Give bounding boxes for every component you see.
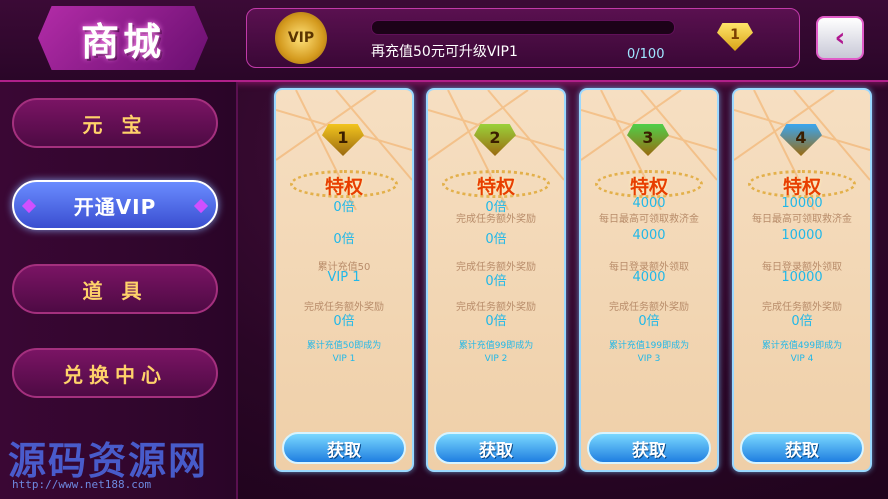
benefit-value-2: VIP 1 [327,270,361,285]
next-level-gem-icon: 1 [717,23,753,51]
benefit-value-3: 0倍 [333,314,355,329]
benefit-label-1: 每日最高可领取救济金 [752,214,852,225]
diamond-right-icon [193,198,209,214]
benefit-value-1b: 4000 [632,228,666,243]
requirement-text: 累计充值499即成为 [761,341,843,351]
sidebar-item-open-vip[interactable]: 开通VIP [12,180,218,230]
privilege-title: 特权 [629,176,668,198]
sidebar-item-props[interactable]: 道 具 [12,264,218,314]
watermark-url: http://www.net188.com [12,478,152,491]
get-button[interactable]: 获取 [282,432,406,464]
get-button[interactable]: 获取 [434,432,558,464]
watermark-text: 源码资源网 [8,439,209,483]
sidebar-item-ingots[interactable]: 元 宝 [12,98,218,148]
requirement-level: VIP 3 [637,354,661,364]
benefit-value-1: 0倍 [333,200,355,215]
privilege-title: 特权 [324,176,363,198]
benefit-value-3: 0倍 [485,314,507,329]
requirement-text: 累计充值199即成为 [608,341,690,351]
vip-card-2: 2 特权 完成任务额外奖励 0倍 0倍 完成任务额外奖励 0倍 完成任务额外奖励… [426,88,566,472]
vip-card-3: 3 特权 每日最高可领取救济金 4000 4000 每日登录额外领取 4000 … [579,88,719,472]
top-bar: 商城 VIP 再充值50元可升级VIP1 0/100 1 ‹ [0,0,888,82]
progress-count: 0/100 [627,47,665,62]
get-button[interactable]: 获取 [740,432,864,464]
benefit-value-1b: 10000 [781,228,823,243]
chevron-left-icon: ‹ [834,23,846,53]
privilege-title: 特权 [476,176,515,198]
vip-progress-panel: VIP 再充值50元可升级VIP1 0/100 1 [246,8,800,68]
benefit-value-2: 10000 [781,270,823,285]
vip-card-4: 4 特权 每日最高可领取救济金 10000 10000 每日登录额外领取 100… [732,88,872,472]
benefit-value-1b: 0倍 [333,232,355,247]
shop-title-logo: 商城 [38,6,208,70]
requirement-level: VIP 2 [484,354,508,364]
benefit-value-1: 0倍 [485,200,507,215]
requirement-level: VIP 1 [332,354,356,364]
benefit-value-3: 0倍 [638,314,660,329]
requirement-text: 累计充值99即成为 [458,341,534,351]
benefit-value-2: 4000 [632,270,666,285]
vip-progress-bar [371,20,675,35]
diamond-left-icon [21,198,37,214]
upgrade-message: 再充值50元可升级VIP1 [371,44,518,60]
benefit-value-2: 0倍 [485,274,507,289]
back-button[interactable]: ‹ [816,16,864,60]
sidebar-item-label: 开通VIP [73,194,157,219]
benefit-value-1: 10000 [781,196,823,211]
benefit-value-1b: 0倍 [485,232,507,247]
sidebar-item-exchange-center[interactable]: 兑换中心 [12,348,218,398]
vip-card-1: 1 特权 0倍 0倍 累计充值50 VIP 1 完成任务额外奖励 0倍 累计充值… [274,88,414,472]
sidebar-item-label: 兑换中心 [63,362,167,387]
get-button[interactable]: 获取 [587,432,711,464]
benefit-label-1: 每日最高可领取救济金 [599,214,699,225]
vip-badge-icon: VIP [275,12,327,64]
privilege-title: 特权 [782,176,821,198]
requirement-text: 累计充值50即成为 [306,341,382,351]
requirement-level: VIP 4 [790,354,814,364]
sidebar-item-label: 元 宝 [82,112,148,137]
benefit-value-3: 0倍 [791,314,813,329]
benefit-value-1: 4000 [632,196,666,211]
sidebar-item-label: 道 具 [82,278,148,303]
